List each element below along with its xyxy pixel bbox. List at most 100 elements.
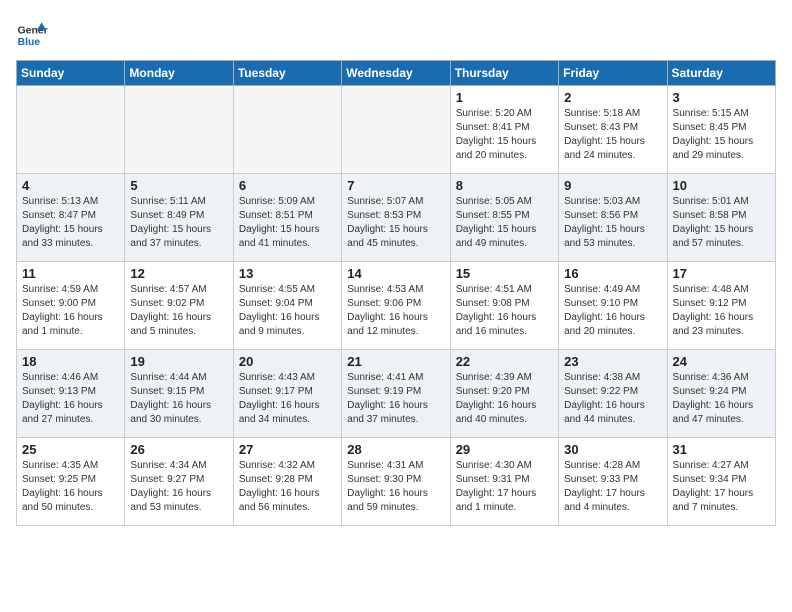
calendar-cell: 21 Sunrise: 4:41 AM Sunset: 9:19 PM Dayli…: [342, 350, 450, 438]
day-content: Sunrise: 4:53 AM Sunset: 9:06 PM Dayligh…: [347, 283, 444, 339]
calendar-cell: 9 Sunrise: 5:03 AM Sunset: 8:56 PM Daylig…: [559, 174, 667, 262]
calendar-cell: 5 Sunrise: 5:11 AM Sunset: 8:49 PM Daylig…: [125, 174, 233, 262]
calendar-cell: 19 Sunrise: 4:44 AM Sunset: 9:15 PM Dayli…: [125, 350, 233, 438]
day-content: Sunrise: 4:38 AM Sunset: 9:22 PM Dayligh…: [564, 371, 661, 427]
day-content: Sunrise: 4:35 AM Sunset: 9:25 PM Dayligh…: [22, 459, 119, 515]
day-content: Sunrise: 5:18 AM Sunset: 8:43 PM Dayligh…: [564, 107, 661, 163]
logo-icon: General Blue: [16, 16, 48, 48]
day-content: Sunrise: 5:13 AM Sunset: 8:47 PM Dayligh…: [22, 195, 119, 251]
day-content: Sunrise: 4:43 AM Sunset: 9:17 PM Dayligh…: [239, 371, 336, 427]
calendar-cell: 29 Sunrise: 4:30 AM Sunset: 9:31 PM Dayli…: [450, 438, 558, 526]
day-number: 21: [347, 354, 444, 369]
calendar-week-5: 25 Sunrise: 4:35 AM Sunset: 9:25 PM Dayli…: [17, 438, 776, 526]
page-header: General Blue: [16, 16, 776, 48]
day-content: Sunrise: 4:27 AM Sunset: 9:34 PM Dayligh…: [673, 459, 770, 515]
day-number: 3: [673, 90, 770, 105]
calendar-cell: 1Sunrise: 5:20 AM Sunset: 8:41 PM Daylig…: [450, 86, 558, 174]
calendar-cell: 4 Sunrise: 5:13 AM Sunset: 8:47 PM Daylig…: [17, 174, 125, 262]
day-number: 27: [239, 442, 336, 457]
calendar-cell: 25 Sunrise: 4:35 AM Sunset: 9:25 PM Dayli…: [17, 438, 125, 526]
calendar-cell: 28 Sunrise: 4:31 AM Sunset: 9:30 PM Dayli…: [342, 438, 450, 526]
day-number: 16: [564, 266, 661, 281]
day-content: Sunrise: 4:59 AM Sunset: 9:00 PM Dayligh…: [22, 283, 119, 339]
day-content: Sunrise: 4:46 AM Sunset: 9:13 PM Dayligh…: [22, 371, 119, 427]
day-number: 12: [130, 266, 227, 281]
day-content: Sunrise: 4:34 AM Sunset: 9:27 PM Dayligh…: [130, 459, 227, 515]
day-number: 8: [456, 178, 553, 193]
weekday-header-tuesday: Tuesday: [233, 61, 341, 86]
svg-text:Blue: Blue: [18, 37, 41, 48]
day-number: 18: [22, 354, 119, 369]
day-content: Sunrise: 5:07 AM Sunset: 8:53 PM Dayligh…: [347, 195, 444, 251]
calendar-cell: 26 Sunrise: 4:34 AM Sunset: 9:27 PM Dayli…: [125, 438, 233, 526]
day-number: 20: [239, 354, 336, 369]
day-number: 9: [564, 178, 661, 193]
day-content: Sunrise: 5:05 AM Sunset: 8:55 PM Dayligh…: [456, 195, 553, 251]
calendar-cell: 13 Sunrise: 4:55 AM Sunset: 9:04 PM Dayli…: [233, 262, 341, 350]
day-content: Sunrise: 4:48 AM Sunset: 9:12 PM Dayligh…: [673, 283, 770, 339]
day-number: 5: [130, 178, 227, 193]
calendar-cell: [342, 86, 450, 174]
day-number: 10: [673, 178, 770, 193]
day-content: Sunrise: 5:20 AM Sunset: 8:41 PM Dayligh…: [456, 107, 553, 163]
calendar-cell: 15 Sunrise: 4:51 AM Sunset: 9:08 PM Dayli…: [450, 262, 558, 350]
day-number: 13: [239, 266, 336, 281]
calendar-week-1: 1Sunrise: 5:20 AM Sunset: 8:41 PM Daylig…: [17, 86, 776, 174]
calendar-table: SundayMondayTuesdayWednesdayThursdayFrid…: [16, 60, 776, 526]
calendar-cell: 22 Sunrise: 4:39 AM Sunset: 9:20 PM Dayli…: [450, 350, 558, 438]
weekday-header-saturday: Saturday: [667, 61, 775, 86]
calendar-cell: 24Sunrise: 4:36 AM Sunset: 9:24 PM Dayli…: [667, 350, 775, 438]
day-content: Sunrise: 5:15 AM Sunset: 8:45 PM Dayligh…: [673, 107, 770, 163]
day-content: Sunrise: 5:11 AM Sunset: 8:49 PM Dayligh…: [130, 195, 227, 251]
day-number: 19: [130, 354, 227, 369]
calendar-cell: 7Sunrise: 5:07 AM Sunset: 8:53 PM Daylig…: [342, 174, 450, 262]
day-number: 4: [22, 178, 119, 193]
day-content: Sunrise: 5:01 AM Sunset: 8:58 PM Dayligh…: [673, 195, 770, 251]
calendar-cell: 18 Sunrise: 4:46 AM Sunset: 9:13 PM Dayli…: [17, 350, 125, 438]
day-number: 25: [22, 442, 119, 457]
calendar-cell: [233, 86, 341, 174]
day-number: 15: [456, 266, 553, 281]
calendar-cell: 12 Sunrise: 4:57 AM Sunset: 9:02 PM Dayli…: [125, 262, 233, 350]
weekday-header-friday: Friday: [559, 61, 667, 86]
day-number: 23: [564, 354, 661, 369]
day-number: 11: [22, 266, 119, 281]
day-content: Sunrise: 4:41 AM Sunset: 9:19 PM Dayligh…: [347, 371, 444, 427]
day-content: Sunrise: 4:30 AM Sunset: 9:31 PM Dayligh…: [456, 459, 553, 515]
calendar-cell: 8 Sunrise: 5:05 AM Sunset: 8:55 PM Daylig…: [450, 174, 558, 262]
day-content: Sunrise: 4:36 AM Sunset: 9:24 PM Dayligh…: [673, 371, 770, 427]
calendar-cell: 14 Sunrise: 4:53 AM Sunset: 9:06 PM Dayli…: [342, 262, 450, 350]
day-content: Sunrise: 4:39 AM Sunset: 9:20 PM Dayligh…: [456, 371, 553, 427]
weekday-header-sunday: Sunday: [17, 61, 125, 86]
day-content: Sunrise: 4:55 AM Sunset: 9:04 PM Dayligh…: [239, 283, 336, 339]
calendar-cell: 16Sunrise: 4:49 AM Sunset: 9:10 PM Dayli…: [559, 262, 667, 350]
day-content: Sunrise: 4:44 AM Sunset: 9:15 PM Dayligh…: [130, 371, 227, 427]
day-number: 22: [456, 354, 553, 369]
day-number: 6: [239, 178, 336, 193]
weekday-header-wednesday: Wednesday: [342, 61, 450, 86]
calendar-cell: 6 Sunrise: 5:09 AM Sunset: 8:51 PM Daylig…: [233, 174, 341, 262]
day-content: Sunrise: 4:57 AM Sunset: 9:02 PM Dayligh…: [130, 283, 227, 339]
logo: General Blue: [16, 16, 52, 48]
calendar-cell: 23 Sunrise: 4:38 AM Sunset: 9:22 PM Dayli…: [559, 350, 667, 438]
day-number: 17: [673, 266, 770, 281]
day-content: Sunrise: 5:03 AM Sunset: 8:56 PM Dayligh…: [564, 195, 661, 251]
day-number: 14: [347, 266, 444, 281]
day-content: Sunrise: 4:31 AM Sunset: 9:30 PM Dayligh…: [347, 459, 444, 515]
calendar-week-3: 11 Sunrise: 4:59 AM Sunset: 9:00 PM Dayli…: [17, 262, 776, 350]
calendar-cell: 30 Sunrise: 4:28 AM Sunset: 9:33 PM Dayli…: [559, 438, 667, 526]
day-number: 2: [564, 90, 661, 105]
calendar-week-2: 4 Sunrise: 5:13 AM Sunset: 8:47 PM Daylig…: [17, 174, 776, 262]
day-number: 26: [130, 442, 227, 457]
day-content: Sunrise: 4:28 AM Sunset: 9:33 PM Dayligh…: [564, 459, 661, 515]
calendar-cell: 20 Sunrise: 4:43 AM Sunset: 9:17 PM Dayli…: [233, 350, 341, 438]
day-content: Sunrise: 5:09 AM Sunset: 8:51 PM Dayligh…: [239, 195, 336, 251]
day-content: Sunrise: 4:51 AM Sunset: 9:08 PM Dayligh…: [456, 283, 553, 339]
weekday-header-monday: Monday: [125, 61, 233, 86]
calendar-cell: 11 Sunrise: 4:59 AM Sunset: 9:00 PM Dayli…: [17, 262, 125, 350]
day-number: 28: [347, 442, 444, 457]
day-number: 30: [564, 442, 661, 457]
weekday-header-thursday: Thursday: [450, 61, 558, 86]
day-number: 29: [456, 442, 553, 457]
calendar-cell: [125, 86, 233, 174]
